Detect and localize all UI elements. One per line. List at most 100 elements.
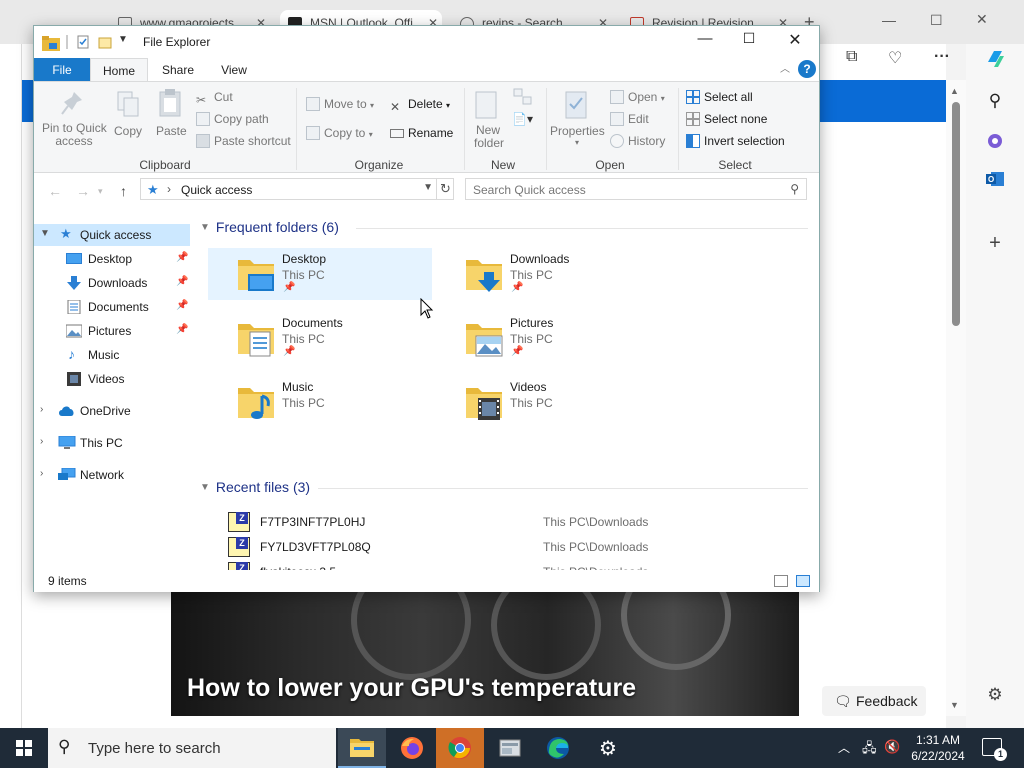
recent-files-header[interactable]: ▼ Recent files (3) xyxy=(200,479,310,495)
show-hidden-icons-icon[interactable]: ︿ xyxy=(838,739,850,768)
system-clock[interactable]: 1:31 AM 6/22/2024 xyxy=(902,732,974,764)
tab-file[interactable]: File xyxy=(34,58,90,82)
properties-button[interactable]: Properties ▾ xyxy=(550,124,605,147)
folder-tile-pictures[interactable]: Pictures This PC 📌 xyxy=(436,312,660,364)
shopping-icon[interactable] xyxy=(984,130,1006,152)
collapse-ribbon-icon[interactable]: ︿ xyxy=(780,60,790,75)
paste-button[interactable]: Paste xyxy=(156,124,187,138)
nav-item-videos[interactable]: Videos xyxy=(34,368,190,390)
search-input[interactable]: Search Quick access ⚲ xyxy=(465,178,807,200)
copilot-icon[interactable] xyxy=(984,48,1006,70)
large-icons-view-icon[interactable] xyxy=(796,575,810,587)
pin-to-quick-access-button[interactable]: Pin to Quick access xyxy=(42,122,107,148)
article-image[interactable]: How to lower your GPU's temperature xyxy=(171,590,799,716)
breadcrumb[interactable]: Quick access xyxy=(181,183,252,197)
volume-muted-icon[interactable]: 🔇 xyxy=(884,739,900,768)
chevron-down-icon[interactable]: ▼ xyxy=(423,182,433,193)
folder-tile-documents[interactable]: Documents This PC 📌 xyxy=(208,312,432,364)
copy-button[interactable]: Copy xyxy=(114,124,142,138)
select-none-button[interactable]: Select none xyxy=(686,112,767,126)
edit-button[interactable]: Edit xyxy=(610,112,649,126)
more-options-icon[interactable]: ··· xyxy=(934,48,950,72)
new-folder-icon[interactable] xyxy=(98,35,112,49)
breadcrumb-separator-icon[interactable]: › xyxy=(167,182,171,196)
taskbar-app[interactable] xyxy=(486,728,534,768)
tab-share[interactable]: Share xyxy=(152,58,204,82)
chevron-right-icon[interactable]: › xyxy=(40,436,43,447)
up-arrow-icon[interactable]: ↑ xyxy=(120,183,127,199)
move-to-button[interactable]: Move to ▾ xyxy=(306,97,374,111)
select-all-button[interactable]: Select all xyxy=(686,90,753,104)
folder-tile-downloads[interactable]: Downloads This PC 📌 xyxy=(436,248,660,300)
nav-item-pictures[interactable]: Pictures 📌 xyxy=(34,320,190,342)
outlook-icon[interactable]: O xyxy=(984,168,1006,190)
recent-file-row[interactable]: FY7LD3VFT7PL08Q This PC\Downloads xyxy=(228,536,788,558)
maximize-icon[interactable]: ☐ xyxy=(726,30,772,54)
nav-item-this-pc[interactable]: › This PC xyxy=(34,432,190,454)
nav-item-network[interactable]: › Network xyxy=(34,464,190,486)
rename-button[interactable]: Rename xyxy=(390,126,453,140)
copy-to-button[interactable]: Copy to ▾ xyxy=(306,126,373,140)
recent-locations-icon[interactable]: ▾ xyxy=(98,186,103,197)
page-scrollbar[interactable]: ▲ ▼ xyxy=(946,80,966,716)
details-view-icon[interactable] xyxy=(774,575,788,587)
nav-item-desktop[interactable]: Desktop 📌 xyxy=(34,248,190,270)
article-title[interactable]: How to lower your GPU's temperature xyxy=(187,674,636,703)
easy-access-icon[interactable]: 📄▾ xyxy=(512,112,533,126)
nav-item-documents[interactable]: Documents 📌 xyxy=(34,296,190,318)
nav-item-music[interactable]: ♪ Music xyxy=(34,344,190,366)
search-icon[interactable]: ⚲ xyxy=(790,182,799,196)
nav-item-quick-access[interactable]: ▼ ★ Quick access xyxy=(34,224,190,246)
notifications-icon[interactable]: 1 xyxy=(982,738,1007,761)
tab-home[interactable]: Home xyxy=(90,58,148,82)
history-button[interactable]: History xyxy=(610,134,665,148)
forward-arrow-icon[interactable]: → xyxy=(76,183,90,199)
taskbar-settings[interactable]: ⚙ xyxy=(584,728,632,768)
chevron-down-icon[interactable]: ▼ xyxy=(200,482,210,493)
network-status-icon[interactable]: 🖧 xyxy=(862,739,877,768)
maximize-icon[interactable]: ☐ xyxy=(930,12,943,29)
taskbar-search-input[interactable]: ⚲ Type here to search xyxy=(48,728,336,768)
folder-tile-desktop[interactable]: Desktop This PC 📌 xyxy=(208,248,432,300)
new-item-icon[interactable] xyxy=(512,88,534,109)
minimize-icon[interactable]: — xyxy=(882,12,896,28)
add-sidebar-icon[interactable]: + xyxy=(984,232,1006,254)
scrollbar-thumb[interactable] xyxy=(952,102,960,326)
nav-item-downloads[interactable]: Downloads 📌 xyxy=(34,272,190,294)
search-icon[interactable]: ⚲ xyxy=(984,90,1006,112)
back-arrow-icon[interactable]: ← xyxy=(48,183,62,199)
close-icon[interactable]: ✕ xyxy=(976,11,988,28)
chevron-right-icon[interactable]: › xyxy=(40,468,43,479)
open-button[interactable]: Open ▾ xyxy=(610,90,665,104)
paste-shortcut-button[interactable]: Paste shortcut xyxy=(196,134,291,148)
taskbar-chrome[interactable] xyxy=(436,728,484,768)
feedback-button[interactable]: 🗨 Feedback xyxy=(822,686,926,716)
folder-tile-music[interactable]: Music This PC xyxy=(208,376,432,428)
taskbar-firefox[interactable] xyxy=(388,728,436,768)
frequent-folders-header[interactable]: ▼ Frequent folders (6) xyxy=(200,219,339,235)
cut-button[interactable]: ✂ Cut xyxy=(196,90,233,107)
taskbar-file-explorer[interactable] xyxy=(338,728,386,768)
copy-path-button[interactable]: Copy path xyxy=(196,112,269,126)
new-folder-button[interactable]: New folder xyxy=(474,124,504,150)
minimize-icon[interactable]: — xyxy=(682,30,728,54)
collections-icon[interactable]: ⧉ xyxy=(846,48,857,72)
start-button[interactable] xyxy=(0,728,48,768)
invert-selection-button[interactable]: Invert selection xyxy=(686,134,785,148)
chevron-down-icon[interactable]: ▼ xyxy=(40,228,50,239)
chevron-down-icon[interactable]: ▼ xyxy=(200,222,210,233)
tab-view[interactable]: View xyxy=(208,58,260,82)
close-icon[interactable]: ✕ xyxy=(772,30,818,54)
delete-button[interactable]: ✕ Delete ▾ xyxy=(390,97,450,114)
folder-tile-videos[interactable]: Videos This PC xyxy=(436,376,660,428)
recent-file-row[interactable]: F7TP3INFT7PL0HJ This PC\Downloads xyxy=(228,511,788,533)
refresh-icon[interactable]: ↻ xyxy=(436,179,454,199)
customize-toolbar-icon[interactable]: ▼ xyxy=(118,34,132,48)
help-icon[interactable]: ? xyxy=(798,60,816,78)
browser-essentials-icon[interactable]: ♡ xyxy=(888,48,902,72)
chevron-right-icon[interactable]: › xyxy=(40,404,43,415)
settings-icon[interactable]: ⚙ xyxy=(984,684,1006,706)
address-bar[interactable]: ★ › Quick access ▼ ↻ xyxy=(140,178,454,200)
nav-item-onedrive[interactable]: › OneDrive xyxy=(34,400,190,422)
properties-icon[interactable] xyxy=(76,35,90,49)
